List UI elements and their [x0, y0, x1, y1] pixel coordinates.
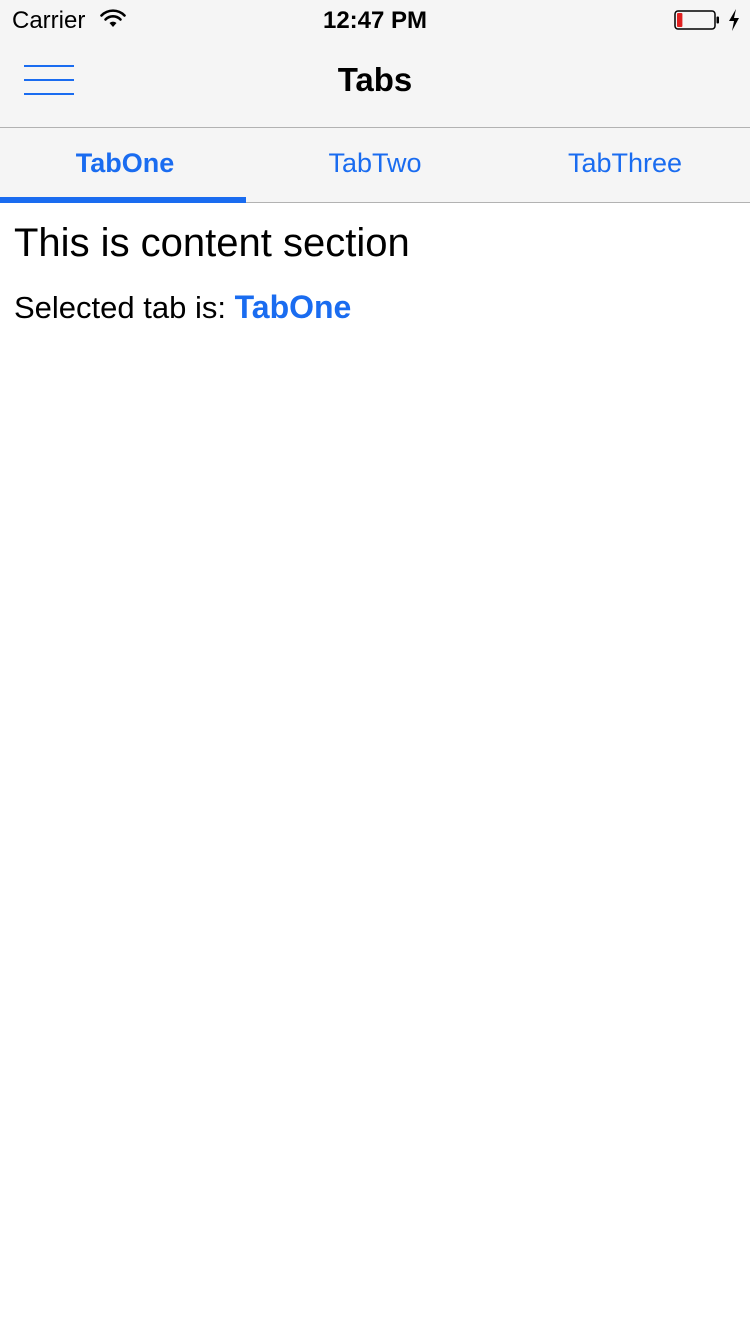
page-title: Tabs	[337, 61, 413, 98]
bolt-icon	[729, 9, 739, 31]
selected-tab-value: TabOne	[234, 289, 352, 325]
tab-one[interactable]: TabOne	[0, 128, 250, 202]
status-time: 12:47 PM	[322, 7, 428, 34]
selected-tab-line: Selected tab is: TabOne	[14, 289, 351, 326]
tab-bar: TabOne TabTwo TabThree	[0, 128, 750, 203]
selected-tab-label: Selected tab is:	[14, 290, 226, 325]
tab-three[interactable]: TabThree	[500, 128, 750, 202]
tab-two[interactable]: TabTwo	[250, 128, 500, 202]
nav-bar: Tabs	[0, 40, 750, 128]
status-bar: Carrier 12:47 PM	[0, 0, 750, 40]
tab-selected-indicator	[0, 197, 246, 203]
content-heading: This is content section	[14, 221, 410, 265]
battery-low-icon	[674, 10, 719, 30]
